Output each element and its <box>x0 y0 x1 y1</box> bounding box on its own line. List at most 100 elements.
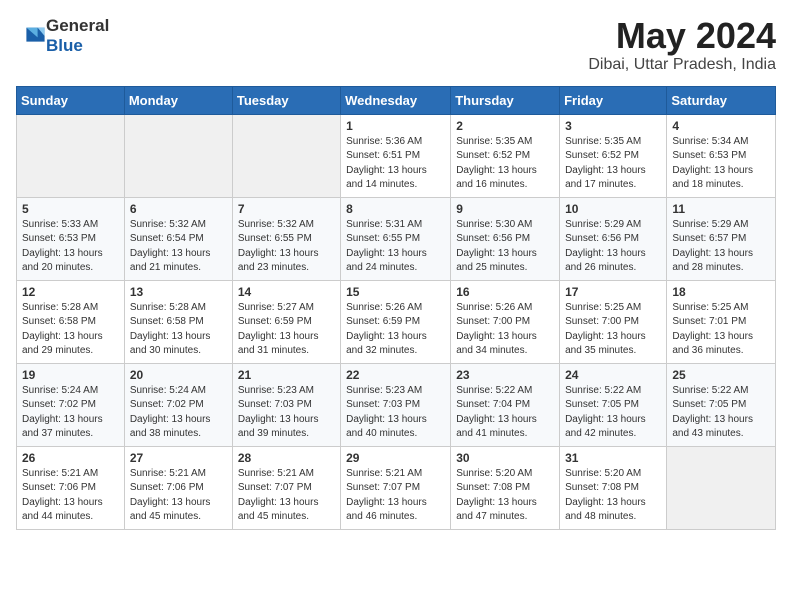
day-number: 31 <box>565 451 661 465</box>
calendar-cell: 26 Sunrise: 5:21 AM Sunset: 7:06 PM Dayli… <box>17 446 125 529</box>
day-number: 27 <box>130 451 227 465</box>
day-number: 1 <box>346 119 445 133</box>
day-number: 15 <box>346 285 445 299</box>
calendar-cell: 20Sunrise: 5:24 AM Sunset: 7:02 PM Dayli… <box>124 363 232 446</box>
weekday-header-thursday: Thursday <box>451 86 560 114</box>
calendar-week-2: 5 Sunrise: 5:33 AM Sunset: 6:53 PM Daylig… <box>17 197 776 280</box>
weekday-header-saturday: Saturday <box>667 86 776 114</box>
title-block: May 2024 Dibai, Uttar Pradesh, India <box>588 16 776 74</box>
day-number: 17 <box>565 285 661 299</box>
calendar-cell: 28 Sunrise: 5:21 AM Sunset: 7:07 PM Dayli… <box>232 446 340 529</box>
day-number: 18 <box>672 285 770 299</box>
calendar-week-5: 26 Sunrise: 5:21 AM Sunset: 7:06 PM Dayli… <box>17 446 776 529</box>
day-content: Sunrise: 5:22 AM Sunset: 7:05 PM Dayligh… <box>565 384 661 442</box>
day-number: 11 <box>672 202 770 216</box>
day-content: Sunrise: 5:34 AM Sunset: 6:53 PM Dayligh… <box>672 135 770 193</box>
weekday-header-sunday: Sunday <box>17 86 125 114</box>
calendar-cell: 27 Sunrise: 5:21 AM Sunset: 7:06 PM Dayli… <box>124 446 232 529</box>
day-number: 26 <box>22 451 119 465</box>
day-content: Sunrise: 5:31 AM Sunset: 6:55 PM Dayligh… <box>346 218 445 276</box>
weekday-header-wednesday: Wednesday <box>341 86 451 114</box>
day-content: Sunrise: 5:25 AM Sunset: 7:00 PM Dayligh… <box>565 301 661 359</box>
calendar-cell: 5 Sunrise: 5:33 AM Sunset: 6:53 PM Daylig… <box>17 197 125 280</box>
calendar-week-4: 19 Sunrise: 5:24 AM Sunset: 7:02 PM Dayli… <box>17 363 776 446</box>
day-content: Sunrise: 5:26 AM Sunset: 7:00 PM Dayligh… <box>456 301 554 359</box>
day-number: 12 <box>22 285 119 299</box>
calendar-cell: 3Sunrise: 5:35 AM Sunset: 6:52 PM Daylig… <box>560 114 667 197</box>
calendar-cell: 13Sunrise: 5:28 AM Sunset: 6:58 PM Dayli… <box>124 280 232 363</box>
day-content: Sunrise: 5:33 AM Sunset: 6:53 PM Dayligh… <box>22 218 119 276</box>
day-number: 16 <box>456 285 554 299</box>
calendar-cell: 21 Sunrise: 5:23 AM Sunset: 7:03 PM Dayli… <box>232 363 340 446</box>
logo-general-text: General <box>46 16 109 35</box>
calendar-cell: 9Sunrise: 5:30 AM Sunset: 6:56 PM Daylig… <box>451 197 560 280</box>
day-number: 28 <box>238 451 335 465</box>
day-number: 22 <box>346 368 445 382</box>
calendar-cell: 10 Sunrise: 5:29 AM Sunset: 6:56 PM Dayli… <box>560 197 667 280</box>
weekday-header-tuesday: Tuesday <box>232 86 340 114</box>
calendar-cell: 15 Sunrise: 5:26 AM Sunset: 6:59 PM Dayli… <box>341 280 451 363</box>
day-number: 9 <box>456 202 554 216</box>
day-number: 23 <box>456 368 554 382</box>
weekday-header-row: SundayMondayTuesdayWednesdayThursdayFrid… <box>17 86 776 114</box>
day-content: Sunrise: 5:24 AM Sunset: 7:02 PM Dayligh… <box>22 384 119 442</box>
day-content: Sunrise: 5:21 AM Sunset: 7:07 PM Dayligh… <box>238 467 335 525</box>
month-year-title: May 2024 <box>588 16 776 56</box>
day-content: Sunrise: 5:27 AM Sunset: 6:59 PM Dayligh… <box>238 301 335 359</box>
calendar-cell: 22 Sunrise: 5:23 AM Sunset: 7:03 PM Dayli… <box>341 363 451 446</box>
day-content: Sunrise: 5:24 AM Sunset: 7:02 PM Dayligh… <box>130 384 227 442</box>
day-number: 25 <box>672 368 770 382</box>
day-content: Sunrise: 5:29 AM Sunset: 6:57 PM Dayligh… <box>672 218 770 276</box>
calendar-cell: 30 Sunrise: 5:20 AM Sunset: 7:08 PM Dayli… <box>451 446 560 529</box>
calendar-cell: 24 Sunrise: 5:22 AM Sunset: 7:05 PM Dayli… <box>560 363 667 446</box>
day-number: 2 <box>456 119 554 133</box>
calendar-cell <box>667 446 776 529</box>
calendar-cell: 14 Sunrise: 5:27 AM Sunset: 6:59 PM Dayli… <box>232 280 340 363</box>
calendar-cell: 12 Sunrise: 5:28 AM Sunset: 6:58 PM Dayli… <box>17 280 125 363</box>
day-number: 19 <box>22 368 119 382</box>
weekday-header-friday: Friday <box>560 86 667 114</box>
calendar-cell: 29Sunrise: 5:21 AM Sunset: 7:07 PM Dayli… <box>341 446 451 529</box>
calendar-cell <box>124 114 232 197</box>
day-content: Sunrise: 5:35 AM Sunset: 6:52 PM Dayligh… <box>565 135 661 193</box>
calendar-cell: 25Sunrise: 5:22 AM Sunset: 7:05 PM Dayli… <box>667 363 776 446</box>
day-content: Sunrise: 5:28 AM Sunset: 6:58 PM Dayligh… <box>22 301 119 359</box>
day-content: Sunrise: 5:26 AM Sunset: 6:59 PM Dayligh… <box>346 301 445 359</box>
day-content: Sunrise: 5:21 AM Sunset: 7:06 PM Dayligh… <box>22 467 119 525</box>
day-number: 21 <box>238 368 335 382</box>
day-content: Sunrise: 5:22 AM Sunset: 7:04 PM Dayligh… <box>456 384 554 442</box>
day-content: Sunrise: 5:29 AM Sunset: 6:56 PM Dayligh… <box>565 218 661 276</box>
day-number: 7 <box>238 202 335 216</box>
calendar-cell <box>17 114 125 197</box>
day-content: Sunrise: 5:23 AM Sunset: 7:03 PM Dayligh… <box>346 384 445 442</box>
day-number: 10 <box>565 202 661 216</box>
calendar-cell <box>232 114 340 197</box>
day-content: Sunrise: 5:20 AM Sunset: 7:08 PM Dayligh… <box>565 467 661 525</box>
day-number: 30 <box>456 451 554 465</box>
calendar-cell: 11 Sunrise: 5:29 AM Sunset: 6:57 PM Dayli… <box>667 197 776 280</box>
day-number: 4 <box>672 119 770 133</box>
day-content: Sunrise: 5:20 AM Sunset: 7:08 PM Dayligh… <box>456 467 554 525</box>
logo-blue-text: Blue <box>46 36 83 55</box>
day-content: Sunrise: 5:25 AM Sunset: 7:01 PM Dayligh… <box>672 301 770 359</box>
day-number: 14 <box>238 285 335 299</box>
location-subtitle: Dibai, Uttar Pradesh, India <box>588 56 776 74</box>
calendar-week-1: 1Sunrise: 5:36 AM Sunset: 6:51 PM Daylig… <box>17 114 776 197</box>
calendar-cell: 1Sunrise: 5:36 AM Sunset: 6:51 PM Daylig… <box>341 114 451 197</box>
page-header: General Blue May 2024 Dibai, Uttar Prade… <box>16 16 776 74</box>
calendar-week-3: 12 Sunrise: 5:28 AM Sunset: 6:58 PM Dayli… <box>17 280 776 363</box>
day-number: 5 <box>22 202 119 216</box>
calendar-cell: 2Sunrise: 5:35 AM Sunset: 6:52 PM Daylig… <box>451 114 560 197</box>
calendar-cell: 31 Sunrise: 5:20 AM Sunset: 7:08 PM Dayli… <box>560 446 667 529</box>
day-content: Sunrise: 5:21 AM Sunset: 7:06 PM Dayligh… <box>130 467 227 525</box>
day-content: Sunrise: 5:23 AM Sunset: 7:03 PM Dayligh… <box>238 384 335 442</box>
calendar-table: SundayMondayTuesdayWednesdayThursdayFrid… <box>16 86 776 530</box>
logo-icon <box>18 22 46 50</box>
day-number: 6 <box>130 202 227 216</box>
day-number: 24 <box>565 368 661 382</box>
calendar-cell: 6Sunrise: 5:32 AM Sunset: 6:54 PM Daylig… <box>124 197 232 280</box>
calendar-cell: 19 Sunrise: 5:24 AM Sunset: 7:02 PM Dayli… <box>17 363 125 446</box>
day-content: Sunrise: 5:21 AM Sunset: 7:07 PM Dayligh… <box>346 467 445 525</box>
weekday-header-monday: Monday <box>124 86 232 114</box>
logo: General Blue <box>16 16 109 56</box>
